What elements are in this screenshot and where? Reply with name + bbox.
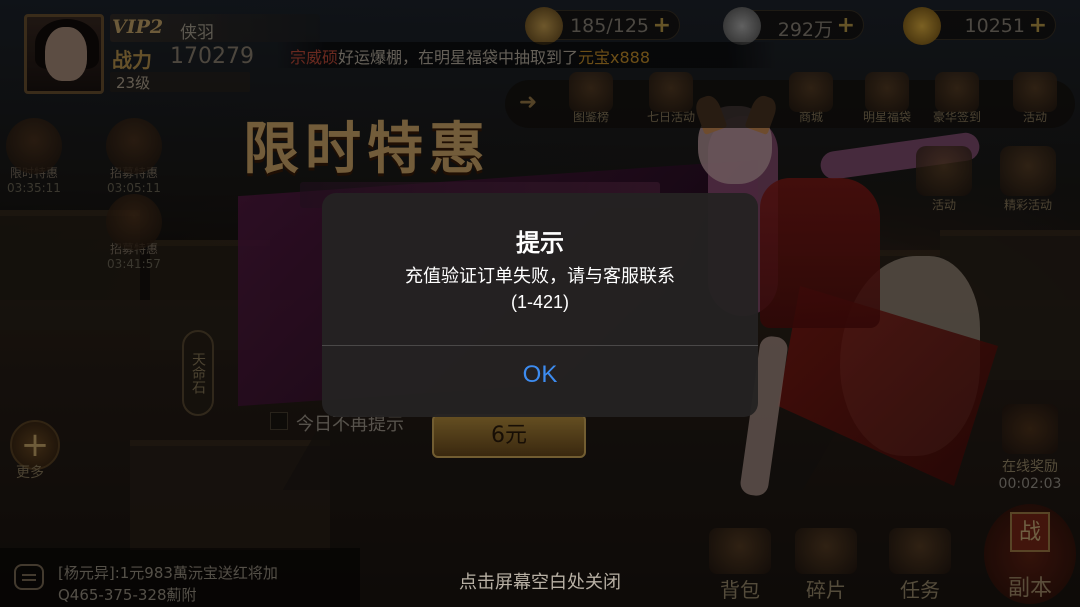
alert-message: 充值验证订单失败，请与客服联系 (1-421) [322,263,758,315]
alert-error-code: (1-421) [510,292,570,312]
alert-message-text: 充值验证订单失败，请与客服联系 [405,266,675,286]
alert-title: 提示 [516,230,564,257]
tap-to-close-hint: 点击屏幕空白处关闭 [459,572,621,593]
ok-button[interactable]: OK [322,346,758,417]
alert-dialog: 提示 充值验证订单失败，请与客服联系 (1-421) OK [322,193,758,417]
